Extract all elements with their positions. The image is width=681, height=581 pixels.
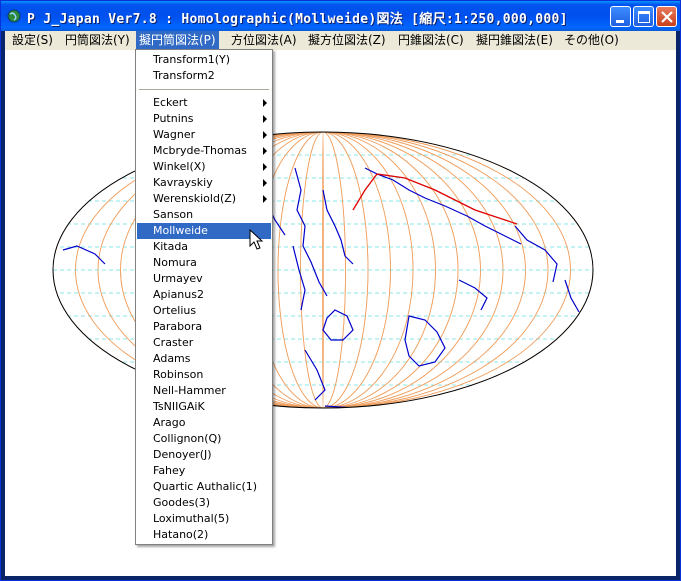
menu-item-loximuthal-5[interactable]: Loximuthal(5) (137, 511, 271, 527)
menu-separator (139, 89, 269, 90)
menu-pseudocylindrical[interactable]: 擬円筒図法(P) (136, 31, 219, 50)
mouse-pointer-icon (249, 229, 264, 250)
menu-item-arago[interactable]: Arago (137, 415, 271, 431)
menu-item-label: Quartic Authalic(1) (153, 480, 258, 493)
menu-item-kavrayskiy[interactable]: Kavrayskiy (137, 175, 271, 191)
menu-item-collignon-q[interactable]: Collignon(Q) (137, 431, 271, 447)
submenu-arrow-icon (263, 179, 267, 187)
menu-item-putnins[interactable]: Putnins (137, 111, 271, 127)
menu-item-label: Apianus2 (153, 288, 204, 301)
menu-item-label: Mcbryde-Thomas (153, 144, 247, 157)
menu-item-parabora[interactable]: Parabora (137, 319, 271, 335)
coastline (322, 309, 354, 341)
menu-item-label: Sanson (153, 208, 194, 221)
maximize-button[interactable] (633, 6, 654, 27)
menu-conic[interactable]: 円錐図法(C) (395, 31, 467, 50)
menu-item-mcbryde-thomas[interactable]: Mcbryde-Thomas (137, 143, 271, 159)
menu-item-urmayev[interactable]: Urmayev (137, 271, 271, 287)
menu-item-wagner[interactable]: Wagner (137, 127, 271, 143)
menu-item-label: Eckert (153, 96, 188, 109)
maximize-icon (638, 11, 650, 23)
menu-settings[interactable]: 設定(S) (9, 31, 56, 50)
coastline (514, 225, 558, 283)
menu-item-label: Collignon(Q) (153, 432, 222, 445)
menu-item-craster[interactable]: Craster (137, 335, 271, 351)
submenu-arrow-icon (263, 131, 267, 139)
menu-item-sanson[interactable]: Sanson (137, 207, 271, 223)
close-button[interactable] (656, 6, 677, 27)
submenu-arrow-icon (263, 99, 267, 107)
window-title: P J_Japan Ver7.8 : Homolographic(Mollwei… (27, 12, 568, 27)
menu-item-label: Transform1(Y) (153, 53, 231, 66)
globe-app-icon[interactable] (7, 9, 21, 23)
submenu-arrow-icon (263, 195, 267, 203)
menu-item-label: Goodes(3) (153, 496, 211, 509)
menu-item-label: Winkel(X) (153, 160, 206, 173)
menu-item-label: Ortelius (153, 304, 197, 317)
menu-item-label: Mollweide (153, 224, 208, 237)
menu-item-label: Nomura (153, 256, 197, 269)
menu-pseudoconic[interactable]: 擬円錐図法(E) (473, 31, 556, 50)
menu-item-label: Craster (153, 336, 194, 349)
menu-item-ortelius[interactable]: Ortelius (137, 303, 271, 319)
menu-item-quartic-authalic-1[interactable]: Quartic Authalic(1) (137, 479, 271, 495)
menu-item-transform[interactable]: Transform2 (137, 68, 271, 84)
submenu-arrow-icon (263, 115, 267, 123)
menu-item-label: Arago (153, 416, 186, 429)
menu-item-goodes-3[interactable]: Goodes(3) (137, 495, 271, 511)
menu-item-werenskiold-z[interactable]: Werenskiold(Z) (137, 191, 271, 207)
menu-pseudoazimuthal[interactable]: 擬方位図法(Z) (305, 31, 389, 50)
menu-bar: 設定(S) 円筒図法(Y) 擬円筒図法(P) 方位図法(A) 擬方位図法(Z) … (5, 31, 676, 50)
menu-item-hatano-2[interactable]: Hatano(2) (137, 527, 271, 543)
menu-item-label: Fahey (153, 464, 186, 477)
coastline (458, 279, 488, 311)
menu-item-tsniigaik[interactable]: TsNIIGAiK (137, 399, 271, 415)
menu-item-adams[interactable]: Adams (137, 351, 271, 367)
menu-item-label: TsNIIGAiK (153, 400, 205, 413)
menu-cylindrical[interactable]: 円筒図法(Y) (62, 31, 133, 50)
menu-item-winkel-x[interactable]: Winkel(X) (137, 159, 271, 175)
coastline (564, 279, 580, 313)
submenu-arrow-icon (263, 147, 267, 155)
menu-item-label: Loximuthal(5) (153, 512, 230, 525)
menu-item-label: Transform2 (153, 69, 215, 82)
app-window: P J_Japan Ver7.8 : Homolographic(Mollwei… (0, 0, 681, 581)
menu-item-label: Urmayev (153, 272, 203, 285)
minimize-icon (616, 20, 624, 23)
menu-item-label: Robinson (153, 368, 204, 381)
minimize-button[interactable] (610, 6, 631, 27)
menu-item-apianus2[interactable]: Apianus2 (137, 287, 271, 303)
menu-item-label: Adams (153, 352, 191, 365)
close-icon (661, 11, 673, 23)
title-bar[interactable]: P J_Japan Ver7.8 : Homolographic(Mollwei… (1, 1, 680, 31)
route-line (352, 173, 518, 225)
menu-item-label: Werenskiold(Z) (153, 192, 237, 205)
menu-item-label: Hatano(2) (153, 528, 209, 541)
menu-item-eckert[interactable]: Eckert (137, 95, 271, 111)
pseudocylindrical-menu: Transform1(Y) Transform2 Eckert Putnins Wagn… (135, 49, 273, 545)
menu-other[interactable]: その他(O) (561, 31, 622, 50)
submenu-arrow-icon (263, 163, 267, 171)
menu-item-label: Putnins (153, 112, 194, 125)
menu-item-nomura[interactable]: Nomura (137, 255, 271, 271)
menu-item-robinson[interactable]: Robinson (137, 367, 271, 383)
menu-azimuthal[interactable]: 方位図法(A) (228, 31, 300, 50)
map-canvas[interactable] (5, 50, 676, 576)
menu-item-label: Nell-Hammer (153, 384, 226, 397)
menu-item-label: Kavrayskiy (153, 176, 213, 189)
menu-item-transform[interactable]: Transform1(Y) (137, 52, 271, 68)
coastline (292, 245, 306, 311)
menu-item-label: Parabora (153, 320, 203, 333)
menu-item-denoyer-j[interactable]: Denoyer(J) (137, 447, 271, 463)
menu-item-label: Wagner (153, 128, 196, 141)
menu-item-nell-hammer[interactable]: Nell-Hammer (137, 383, 271, 399)
mollweide-map[interactable] (5, 50, 676, 576)
menu-item-label: Denoyer(J) (153, 448, 212, 461)
menu-item-fahey[interactable]: Fahey (137, 463, 271, 479)
menu-item-label: Kitada (153, 240, 189, 253)
